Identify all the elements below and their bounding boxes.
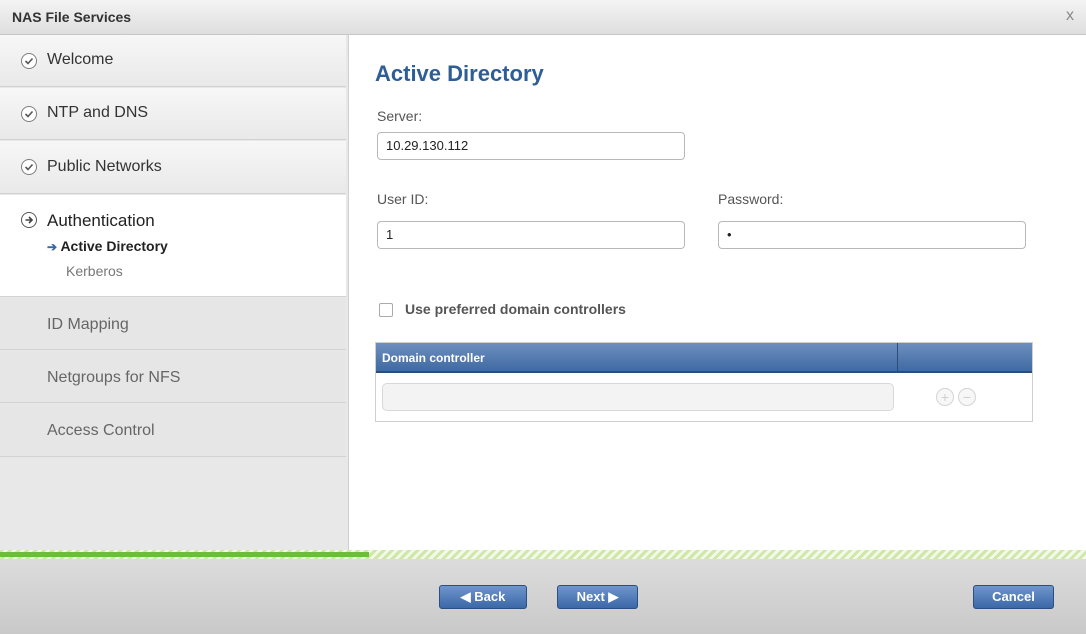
substep-label: Active Directory	[60, 238, 168, 254]
step-authentication[interactable]: Authentication ➔ Active Directory Kerber…	[0, 195, 346, 297]
next-button[interactable]: Next ▶	[557, 585, 638, 609]
step-ntp-dns[interactable]: NTP and DNS	[0, 88, 346, 140]
arrow-circle-icon	[21, 212, 37, 228]
close-icon[interactable]: x	[1066, 7, 1074, 25]
title-bar: NAS File Services x	[0, 0, 1086, 35]
step-welcome[interactable]: Welcome	[0, 35, 346, 87]
step-netgroups[interactable]: Netgroups for NFS	[0, 351, 346, 403]
check-circle-icon	[21, 159, 37, 175]
footer-bar: ◀ Back Next ▶ Cancel	[0, 559, 1086, 634]
main-panel: Active Directory Server: 10.29.130.112 U…	[349, 35, 1086, 550]
step-label: Netgroups for NFS	[47, 369, 181, 386]
step-label: Public Networks	[47, 158, 162, 175]
progress-fill	[0, 552, 370, 557]
step-label: Access Control	[47, 422, 155, 439]
page-title: Active Directory	[375, 61, 544, 86]
cancel-button[interactable]: Cancel	[973, 585, 1054, 609]
user-id-input[interactable]: 1	[377, 221, 685, 249]
password-label: Password:	[718, 191, 784, 207]
server-input[interactable]: 10.29.130.112	[377, 132, 685, 160]
column-divider	[897, 343, 898, 373]
step-public-networks[interactable]: Public Networks	[0, 141, 346, 194]
window-title: NAS File Services	[12, 9, 132, 25]
column-header: Domain controller	[382, 351, 485, 365]
check-circle-icon	[21, 106, 37, 122]
domain-controller-input[interactable]	[382, 383, 894, 411]
preferred-dc-label[interactable]: Use preferred domain controllers	[405, 301, 626, 317]
step-label: ID Mapping	[47, 316, 129, 333]
back-button[interactable]: ◀ Back	[439, 585, 527, 609]
add-icon[interactable]: +	[936, 388, 954, 406]
arrow-right-icon: ➔	[47, 240, 58, 254]
step-label: Authentication	[47, 211, 155, 230]
substep-active-directory[interactable]: ➔ Active Directory	[47, 238, 168, 254]
wizard-sidebar: Welcome NTP and DNS Public Networks Auth…	[0, 35, 349, 550]
preferred-dc-checkbox[interactable]	[379, 303, 393, 317]
remove-icon[interactable]: −	[958, 388, 976, 406]
substep-kerberos[interactable]: Kerberos	[66, 263, 123, 279]
step-id-mapping[interactable]: ID Mapping	[0, 298, 346, 350]
step-label: Welcome	[47, 51, 114, 68]
step-access-control[interactable]: Access Control	[0, 404, 346, 457]
server-label: Server:	[377, 108, 423, 124]
wizard-progress-bar	[0, 550, 1086, 559]
table-header: Domain controller	[376, 343, 1032, 373]
check-circle-icon	[21, 53, 37, 69]
step-label: NTP and DNS	[47, 104, 149, 121]
password-input[interactable]: •	[718, 221, 1026, 249]
user-id-label: User ID:	[377, 191, 429, 207]
domain-controller-table: Domain controller + −	[375, 342, 1033, 422]
